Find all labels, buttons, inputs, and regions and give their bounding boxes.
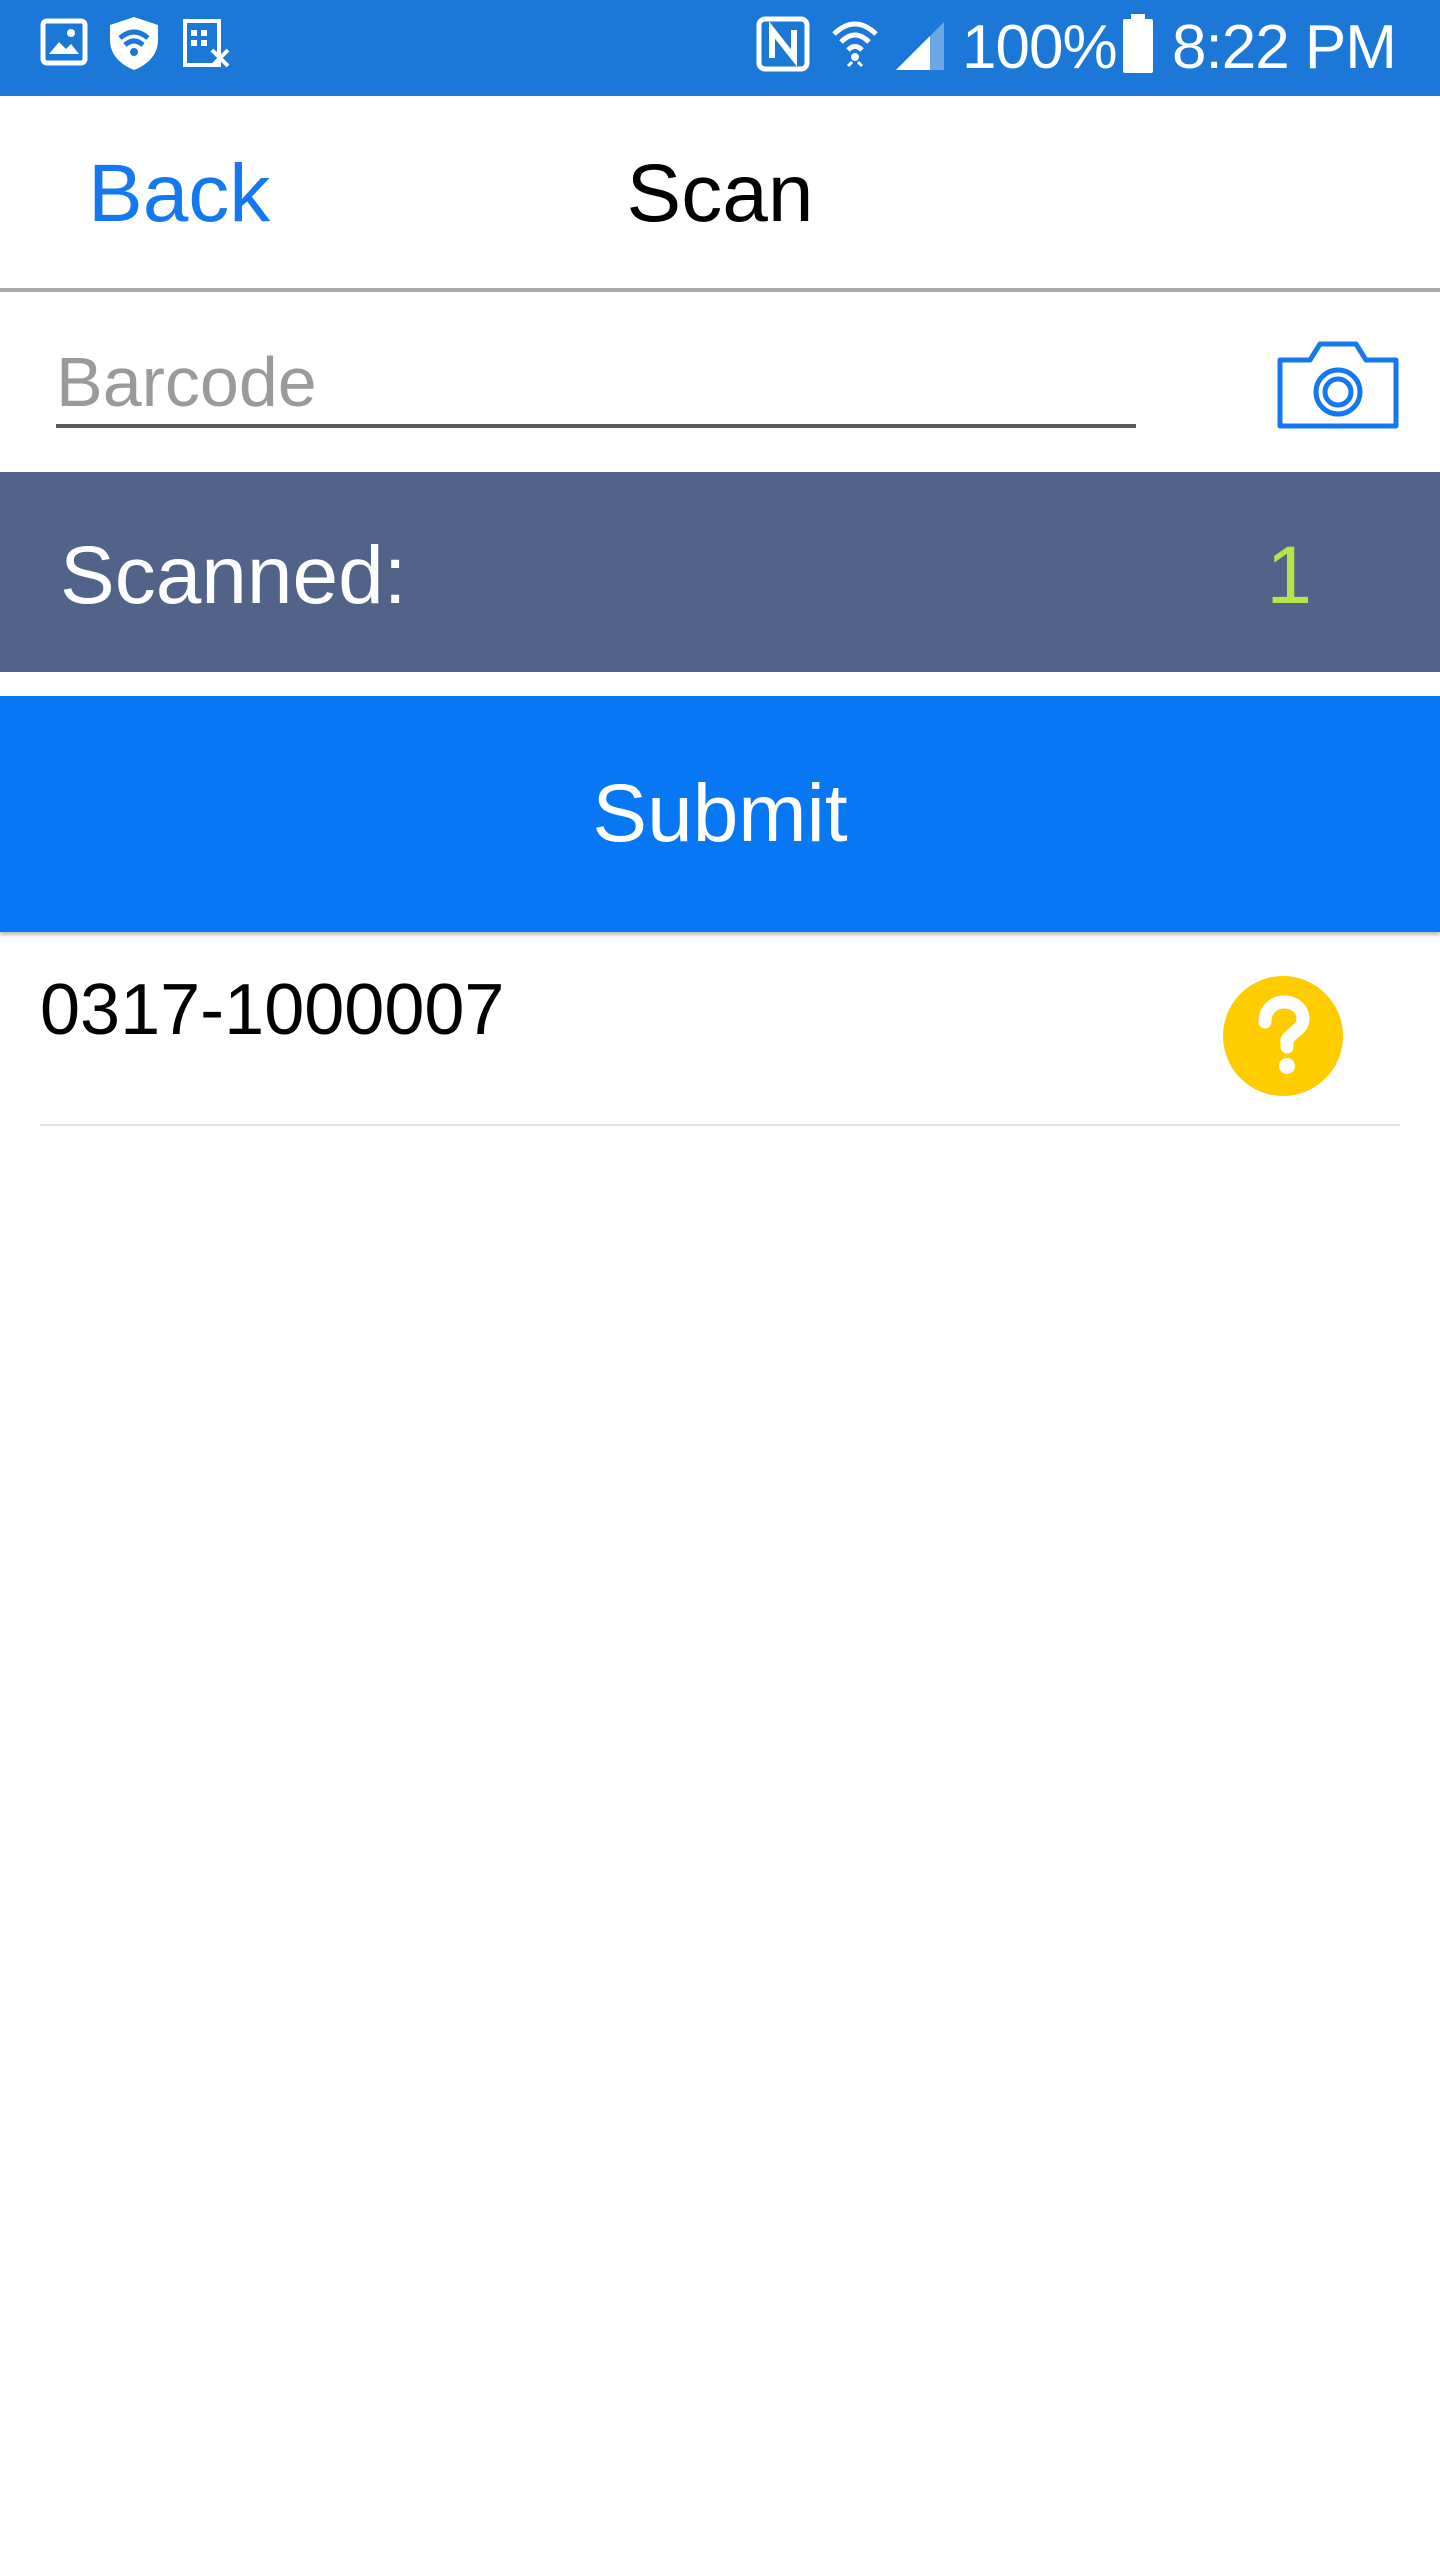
sim-calendar-icon <box>183 19 230 68</box>
back-button[interactable]: Back <box>88 148 270 240</box>
shield-wifi-icon <box>110 17 158 70</box>
nfc-icon <box>756 16 810 72</box>
scanned-count: 1 <box>1266 530 1312 621</box>
battery-icon <box>1123 14 1153 73</box>
submit-button[interactable]: Submit <box>0 696 1440 932</box>
clock: 8:22 PM <box>1172 13 1397 82</box>
status-bar: 100% 8:22 PM <box>0 0 1440 96</box>
scanned-summary: Scanned: 1 <box>0 472 1440 672</box>
barcode-input[interactable] <box>56 340 1136 428</box>
item-barcode: 0317-1000007 <box>40 970 505 1050</box>
battery-percent: 100% <box>962 13 1118 82</box>
camera-icon[interactable] <box>1276 336 1400 432</box>
barcode-row <box>0 292 1440 472</box>
nav-bar: Scan Back <box>0 96 1440 292</box>
scanned-label: Scanned: <box>60 530 407 621</box>
list-item[interactable]: 0317-1000007 <box>40 936 1400 1126</box>
image-icon <box>40 18 88 66</box>
question-icon[interactable] <box>1223 976 1343 1096</box>
signal-icon <box>896 22 944 70</box>
wifi-icon <box>832 21 878 68</box>
